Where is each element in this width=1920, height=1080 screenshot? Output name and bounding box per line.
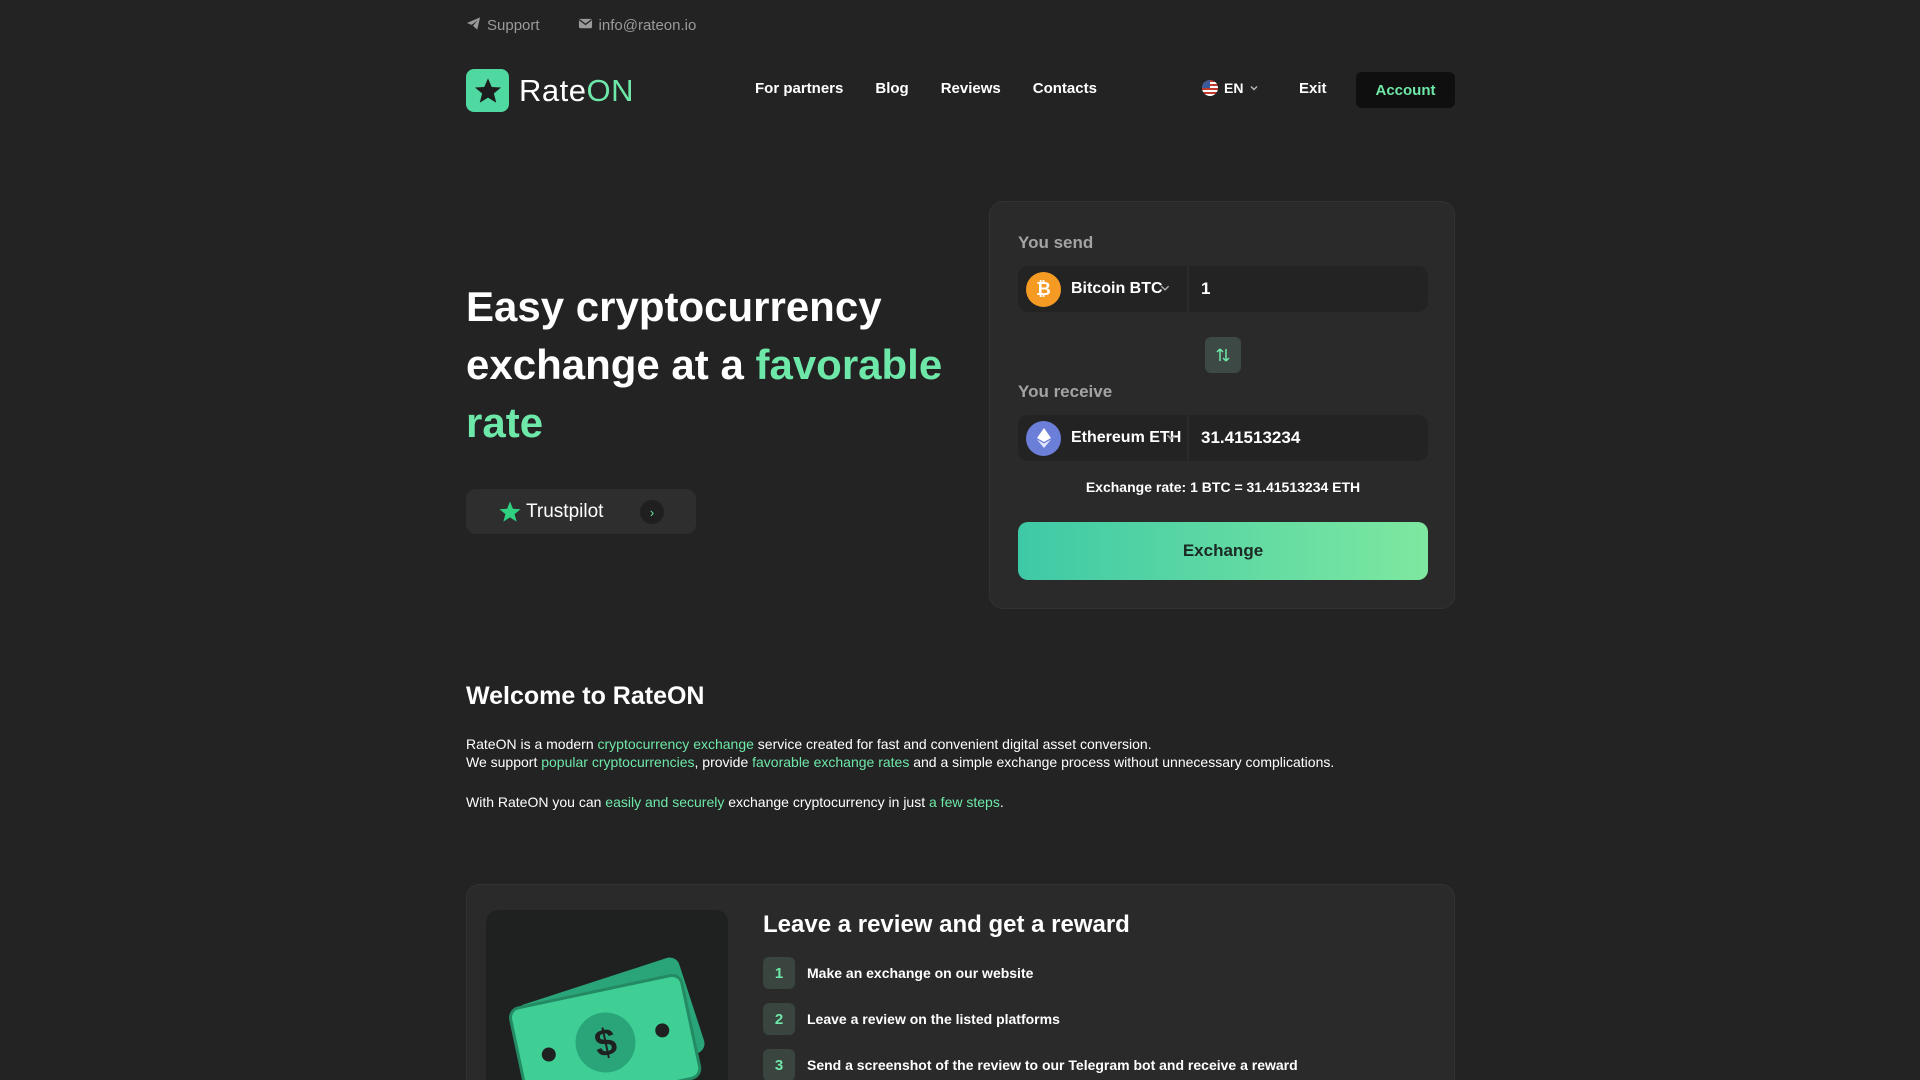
brand-name: RateON [519, 72, 634, 108]
welcome-text: RateON is a modern cryptocurrency exchan… [466, 735, 1466, 811]
review-reward-card: $ Leave a review and get a reward 1 Make… [466, 884, 1455, 1080]
page: Support info@rateon.io RateON For partne… [0, 0, 1920, 1080]
welcome-paragraph-1: RateON is a modern cryptocurrency exchan… [466, 736, 1152, 752]
review-title: Leave a review and get a reward [763, 911, 1130, 938]
main-nav: For partners Blog Reviews Contacts [755, 80, 1097, 97]
step-text: Send a screenshot of the review to our T… [807, 1057, 1298, 1073]
bitcoin-icon: ₿ [1026, 271, 1061, 307]
send-row: ₿ Bitcoin BTC [1018, 266, 1428, 312]
step-number: 2 [763, 1003, 795, 1035]
telegram-icon [466, 16, 481, 35]
swap-arrows-icon [1216, 348, 1230, 362]
send-currency-name: Bitcoin BTC [1071, 280, 1163, 297]
welcome-title: Welcome to RateON [466, 682, 705, 710]
us-flag-icon [1202, 80, 1218, 96]
send-currency-select[interactable]: ₿ Bitcoin BTC [1018, 266, 1189, 312]
review-step: 2 Leave a review on the listed platforms [763, 1003, 1298, 1035]
popular-cryptocurrencies-link[interactable]: popular cryptocurrencies [541, 754, 694, 770]
chevron-right-icon: › [640, 500, 664, 524]
receive-amount-input[interactable] [1189, 428, 1428, 448]
review-step: 1 Make an exchange on our website [763, 957, 1298, 989]
hero-title: Easy cryptocurrency exchange at a favora… [466, 283, 943, 446]
language-selector[interactable]: EN [1202, 80, 1259, 96]
language-label: EN [1224, 80, 1244, 96]
chevron-down-icon [1250, 86, 1258, 91]
chevron-down-icon [1160, 285, 1170, 291]
cryptocurrency-exchange-link[interactable]: cryptocurrency exchange [598, 736, 754, 752]
ethereum-icon [1026, 420, 1061, 456]
step-number: 3 [763, 1049, 795, 1080]
receive-row: Ethereum ETH [1018, 415, 1428, 461]
nav-contacts[interactable]: Contacts [1033, 80, 1097, 97]
star-logo-icon [466, 69, 509, 112]
trustpilot-label: Trustpilot [526, 500, 604, 522]
nav-blog[interactable]: Blog [875, 80, 908, 97]
account-button[interactable]: Account [1356, 72, 1455, 108]
favorable-rates-link[interactable]: favorable exchange rates [752, 754, 909, 770]
money-illustration: $ [486, 910, 728, 1080]
few-steps-link[interactable]: a few steps [929, 794, 1000, 810]
welcome-paragraph-2: We support popular cryptocurrencies, pro… [466, 754, 1335, 770]
easily-securely-link[interactable]: easily and securely [605, 794, 724, 810]
support-label: Support [487, 17, 540, 34]
exchange-button[interactable]: Exchange [1018, 522, 1428, 580]
receive-currency-select[interactable]: Ethereum ETH [1018, 415, 1189, 461]
exchange-rate-text: Exchange rate: 1 BTC = 31.41513234 ETH [1085, 479, 1361, 495]
you-send-label: You send [1018, 233, 1094, 252]
step-number: 1 [763, 957, 795, 989]
top-bar: Support info@rateon.io [466, 16, 696, 35]
trustpilot-star-icon [499, 501, 521, 522]
nav-reviews[interactable]: Reviews [941, 80, 1001, 97]
email-label: info@rateon.io [598, 17, 697, 34]
swap-currencies-button[interactable] [1205, 337, 1241, 373]
nav-for-partners[interactable]: For partners [755, 80, 843, 97]
send-amount-input[interactable] [1189, 279, 1428, 299]
email-link[interactable]: info@rateon.io [578, 16, 697, 35]
chevron-down-icon [1166, 434, 1176, 440]
exit-link[interactable]: Exit [1299, 80, 1327, 97]
you-receive-label: You receive [1018, 382, 1113, 401]
support-link[interactable]: Support [466, 16, 540, 35]
review-steps: 1 Make an exchange on our website 2 Leav… [763, 957, 1298, 1080]
exchange-widget: You send ₿ Bitcoin BTC You receive Ether… [989, 201, 1455, 609]
brand-logo[interactable]: RateON [466, 69, 634, 112]
step-text: Make an exchange on our website [807, 965, 1034, 981]
review-step: 3 Send a screenshot of the review to our… [763, 1049, 1298, 1080]
mail-icon [578, 16, 593, 35]
trustpilot-button[interactable]: Trustpilot › [466, 489, 696, 534]
step-text: Leave a review on the listed platforms [807, 1011, 1060, 1027]
welcome-paragraph-3: With RateON you can easily and securely … [466, 794, 1004, 810]
